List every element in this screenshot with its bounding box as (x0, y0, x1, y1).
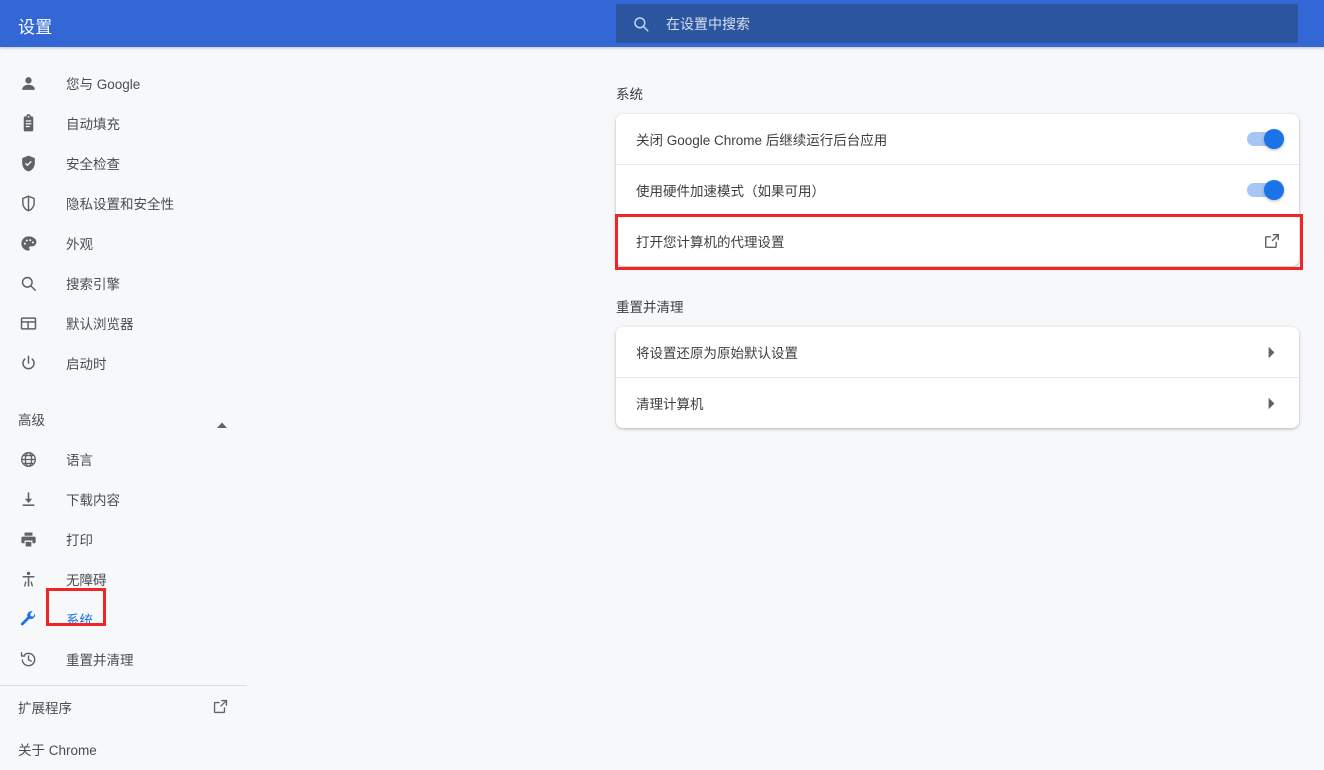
row-label: 清理计算机 (636, 397, 704, 412)
sidebar-item-default-browser[interactable]: 默认浏览器 (0, 303, 265, 343)
browser-window-icon (18, 313, 38, 333)
row-background-apps[interactable]: 关闭 Google Chrome 后继续运行后台应用 (616, 114, 1299, 164)
row-label: 使用硬件加速模式（如果可用） (636, 184, 825, 199)
chevron-right-icon[interactable] (1267, 346, 1276, 359)
sidebar-item-autofill[interactable]: 自动填充 (0, 103, 265, 143)
sidebar-item-printing[interactable]: 打印 (0, 519, 265, 559)
sidebar-item-appearance[interactable]: 外观 (0, 223, 265, 263)
sidebar-item-downloads[interactable]: 下载内容 (0, 479, 265, 519)
toggle-knob (1264, 180, 1284, 200)
sidebar-section-label: 高级 (18, 413, 45, 428)
sidebar-item-label: 您与 Google (66, 77, 141, 92)
history-restore-icon (18, 649, 38, 669)
sidebar-item-system[interactable]: 系统 (0, 599, 265, 639)
sidebar-top-spacer (0, 47, 265, 63)
sidebar-item-label: 启动时 (66, 357, 107, 372)
accessibility-icon (18, 569, 38, 589)
printer-icon (18, 529, 38, 549)
chevron-up-icon (216, 416, 228, 428)
sidebar-item-privacy-security[interactable]: 隐私设置和安全性 (0, 183, 265, 223)
sidebar-item-languages[interactable]: 语言 (0, 439, 265, 479)
search-input[interactable]: 在设置中搜索 (616, 4, 1298, 43)
shield-check-icon (18, 153, 38, 173)
sidebar-item-label: 外观 (66, 237, 93, 252)
row-control (1267, 346, 1281, 359)
section-title-system: 系统 (616, 87, 643, 102)
row-restore-defaults[interactable]: 将设置还原为原始默认设置 (616, 327, 1299, 377)
download-icon (18, 489, 38, 509)
row-clean-up-computer[interactable]: 清理计算机 (616, 377, 1299, 428)
wrench-icon (18, 609, 38, 629)
toggle-background-apps[interactable] (1247, 129, 1284, 149)
row-open-proxy-settings[interactable]: 打开您计算机的代理设置 (616, 215, 1299, 266)
sidebar: 您与 Google 自动填充 安全检查 隐私设置和安全性 外观 搜索引擎 默认浏… (0, 47, 265, 760)
sidebar-item-label: 关于 Chrome (18, 743, 97, 758)
external-link-icon[interactable] (1263, 232, 1281, 250)
sidebar-item-label: 无障碍 (66, 573, 107, 588)
sidebar-item-label: 搜索引擎 (66, 277, 120, 292)
row-label: 关闭 Google Chrome 后继续运行后台应用 (636, 133, 888, 148)
sidebar-item-label: 重置并清理 (66, 653, 134, 668)
row-control (1263, 232, 1281, 250)
sidebar-item-label: 安全检查 (66, 157, 120, 172)
sidebar-item-on-startup[interactable]: 启动时 (0, 343, 265, 383)
toggle-hardware-acceleration[interactable] (1247, 180, 1284, 200)
sidebar-item-extensions[interactable]: 扩展程序 (0, 686, 265, 728)
chevron-right-icon[interactable] (1267, 397, 1276, 410)
sidebar-item-label: 扩展程序 (18, 701, 72, 716)
sidebar-advanced-spacer (0, 383, 265, 399)
search-icon (632, 15, 650, 33)
sidebar-item-about-chrome[interactable]: 关于 Chrome (0, 728, 265, 770)
system-settings-card: 关闭 Google Chrome 后继续运行后台应用 使用硬件加速模式（如果可用… (616, 114, 1299, 266)
clipboard-icon (18, 113, 38, 133)
page-title: 设置 (18, 18, 53, 37)
toggle-knob (1264, 129, 1284, 149)
section-title-reset-cleanup: 重置并清理 (616, 300, 684, 315)
shield-icon (18, 193, 38, 213)
row-control (1267, 397, 1281, 410)
row-label: 将设置还原为原始默认设置 (636, 346, 798, 361)
sidebar-item-label: 隐私设置和安全性 (66, 197, 174, 212)
external-link-icon (212, 698, 229, 715)
sidebar-item-safety-check[interactable]: 安全检查 (0, 143, 265, 183)
main-content: 系统 关闭 Google Chrome 后继续运行后台应用 使用硬件加速模式（如… (265, 47, 1324, 760)
search-icon (18, 273, 38, 293)
sidebar-item-label: 下载内容 (66, 493, 120, 508)
search-placeholder: 在设置中搜索 (666, 15, 750, 32)
sidebar-item-label: 打印 (66, 533, 93, 548)
row-hardware-acceleration[interactable]: 使用硬件加速模式（如果可用） (616, 164, 1299, 215)
sidebar-item-accessibility[interactable]: 无障碍 (0, 559, 265, 599)
power-icon (18, 353, 38, 373)
sidebar-item-search-engine[interactable]: 搜索引擎 (0, 263, 265, 303)
sidebar-section-advanced[interactable]: 高级 (0, 399, 265, 439)
row-control (1247, 129, 1284, 149)
globe-icon (18, 449, 38, 469)
reset-cleanup-card: 将设置还原为原始默认设置 清理计算机 (616, 327, 1299, 428)
row-control (1247, 180, 1284, 200)
sidebar-item-label: 默认浏览器 (66, 317, 134, 332)
top-app-bar: 设置 在设置中搜索 (0, 0, 1324, 47)
person-icon (18, 73, 38, 93)
sidebar-item-label: 系统 (66, 613, 93, 628)
row-label: 打开您计算机的代理设置 (636, 235, 785, 250)
sidebar-item-you-and-google[interactable]: 您与 Google (0, 63, 265, 103)
sidebar-item-label: 自动填充 (66, 117, 120, 132)
sidebar-item-label: 语言 (66, 453, 93, 468)
sidebar-item-reset-cleanup[interactable]: 重置并清理 (0, 639, 265, 679)
palette-icon (18, 233, 38, 253)
